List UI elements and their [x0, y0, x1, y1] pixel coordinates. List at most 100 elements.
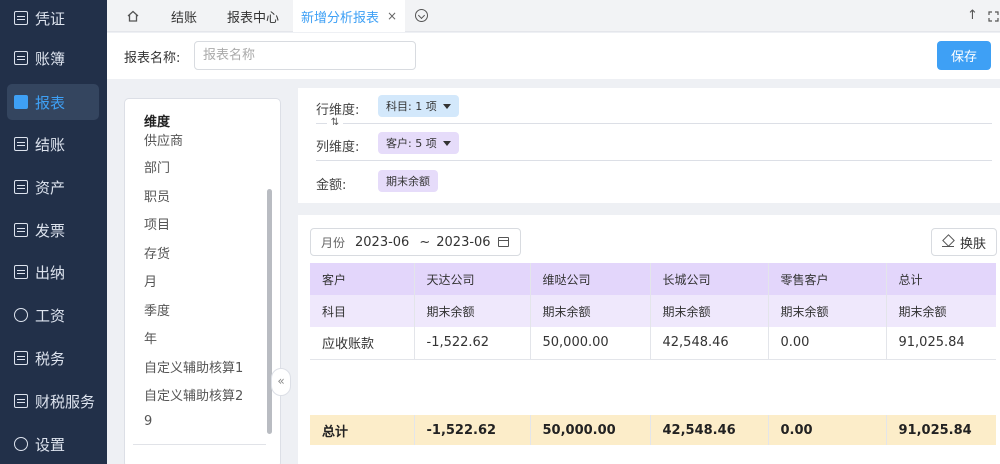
dimension-item[interactable]: 自定义辅助核算2	[144, 385, 243, 404]
tab-label: 结账	[171, 10, 198, 26]
table-header-row: 客户 天达公司 维哒公司 长城公司 零售客户 总计	[310, 263, 996, 295]
gear-icon	[14, 437, 28, 451]
tax-service-icon	[14, 394, 28, 408]
sidebar-item-label: 设置	[35, 435, 66, 454]
report-name-label: 报表名称:	[124, 51, 181, 66]
chip-label: 期末余额	[386, 175, 430, 188]
table-subheader-row: 科目 期末余额 期末余额 期末余额 期末余额 期末余额	[310, 295, 996, 327]
column-dimension-label: 列维度:	[316, 140, 360, 155]
month-range-picker[interactable]: 月份 2023-06 ~ 2023-06	[310, 228, 521, 256]
table-cell: 91,025.84	[886, 327, 996, 360]
sidebar-item-salary[interactable]: 工资	[7, 297, 99, 333]
dimension-item[interactable]: 存货	[144, 243, 170, 262]
end-month: 2023-06	[436, 234, 491, 250]
dimension-item[interactable]: 自定义辅助核算1	[144, 357, 243, 376]
dimension-item[interactable]: 项目	[144, 214, 170, 233]
month-label: 月份	[321, 235, 346, 250]
sidebar-item-tax-service[interactable]: 财税服务	[7, 383, 99, 419]
sidebar-item-label: 账簿	[35, 49, 66, 68]
tax-icon	[14, 351, 28, 365]
invoice-icon	[14, 223, 28, 237]
header-cell: 期末余额	[650, 295, 769, 327]
cashier-icon	[14, 265, 28, 279]
collapse-panel-button[interactable]: «	[271, 368, 291, 396]
header-cell: 客户	[310, 263, 415, 295]
sidebar-item-label: 凭证	[35, 9, 66, 28]
table-cell: 应收账款	[310, 327, 415, 360]
total-cell: 42,548.46	[650, 415, 769, 445]
assets-icon	[14, 180, 28, 194]
ledger-icon	[14, 51, 28, 65]
sidebar-item-closing[interactable]: 结账	[7, 126, 99, 162]
tab-label: 新增分析报表	[301, 10, 380, 26]
sidebar: 凭证 账簿 报表 结账 资产 发票 出纳 工资 税务 财税服务 设置	[0, 0, 107, 464]
total-cell: -1,522.62	[414, 415, 531, 445]
total-cell: 总计	[310, 415, 415, 445]
sidebar-item-assets[interactable]: 资产	[7, 169, 99, 205]
dimension-item[interactable]: 部门	[144, 157, 170, 176]
chip-label: 科目: 1 项	[386, 100, 437, 113]
calendar-icon	[498, 237, 509, 247]
close-icon[interactable]: ×	[387, 9, 397, 23]
dimension-scrollbar[interactable]	[267, 189, 272, 434]
chip-label: 客户: 5 项	[386, 137, 437, 150]
sidebar-item-label: 报表	[35, 93, 66, 112]
swap-skin-button[interactable]: 换肤	[931, 228, 997, 256]
report-table: 客户 天达公司 维哒公司 长城公司 零售客户 总计 科目 期末余额 期末余额 期…	[310, 263, 996, 445]
dimension-item[interactable]: 年	[144, 328, 157, 347]
header-cell: 长城公司	[650, 263, 769, 295]
start-month: 2023-06	[355, 234, 410, 250]
sidebar-item-label: 发票	[35, 221, 66, 240]
sidebar-item-label: 财税服务	[35, 392, 96, 411]
amount-chip[interactable]: 期末余额	[378, 170, 438, 192]
chevron-down-icon[interactable]	[415, 9, 428, 22]
sidebar-item-label: 税务	[35, 349, 66, 368]
report-header: 报表名称: 保存	[107, 33, 1000, 79]
sidebar-item-invoice[interactable]: 发票	[7, 212, 99, 248]
report-name-input[interactable]	[194, 41, 416, 70]
sidebar-item-settings[interactable]: 设置	[7, 426, 99, 462]
dimension-item[interactable]: 月	[144, 271, 157, 290]
tab-new-analysis-report[interactable]: 新增分析报表 ×	[293, 0, 406, 32]
dimension-item[interactable]: 供应商	[144, 130, 183, 149]
report-data-area: 月份 2023-06 ~ 2023-06 换肤 客户 天达公司 维哒公司 长城公…	[298, 215, 1000, 464]
paint-bucket-icon	[941, 237, 954, 247]
divider	[316, 160, 992, 161]
row-dimension-chip[interactable]: 科目: 1 项	[378, 95, 459, 117]
row-dimension-label: 行维度:	[316, 103, 360, 118]
dimension-item[interactable]: 季度	[144, 300, 170, 319]
sidebar-item-report[interactable]: 报表	[7, 84, 99, 120]
header-cell: 期末余额	[768, 295, 887, 327]
fullscreen-icon[interactable]	[988, 11, 999, 22]
column-dimension-chip[interactable]: 客户: 5 项	[378, 132, 459, 154]
swap-skin-label: 换肤	[959, 236, 986, 252]
dimension-item[interactable]: 9	[144, 414, 152, 429]
tab-report-center[interactable]: 报表中心	[227, 0, 279, 32]
dimension-panel: 维度 供应商 部门 职员 项目 存货 月 季度 年 自定义辅助核算1 自定义辅助…	[124, 98, 281, 464]
save-button[interactable]: 保存	[937, 41, 991, 70]
sidebar-item-ledger[interactable]: 账簿	[7, 40, 99, 76]
header-cell: 总计	[886, 263, 996, 295]
swap-dimensions-icon[interactable]: ⇅	[327, 117, 343, 129]
dimension-item[interactable]: 职员	[144, 186, 170, 205]
sidebar-item-label: 结账	[35, 135, 66, 154]
total-cell: 0.00	[768, 415, 887, 445]
sidebar-item-label: 出纳	[35, 263, 66, 282]
table-row: 应收账款 -1,522.62 50,000.00 42,548.46 0.00 …	[310, 327, 996, 360]
home-icon[interactable]	[127, 10, 139, 22]
report-icon	[14, 95, 28, 109]
table-cell: -1,522.62	[414, 327, 531, 360]
total-cell: 50,000.00	[530, 415, 651, 445]
tab-closing[interactable]: 结账	[171, 0, 197, 32]
divider	[316, 123, 992, 124]
table-cell: 42,548.46	[650, 327, 769, 360]
sidebar-item-tax[interactable]: 税务	[7, 340, 99, 376]
tab-label: 报表中心	[227, 10, 280, 26]
arrow-up-icon[interactable]: ↑	[967, 8, 978, 23]
voucher-icon	[14, 11, 28, 25]
sidebar-item-voucher[interactable]: 凭证	[7, 0, 99, 36]
table-cell: 0.00	[768, 327, 887, 360]
total-cell: 91,025.84	[886, 415, 996, 445]
sidebar-item-cashier[interactable]: 出纳	[7, 254, 99, 290]
header-cell: 零售客户	[768, 263, 887, 295]
